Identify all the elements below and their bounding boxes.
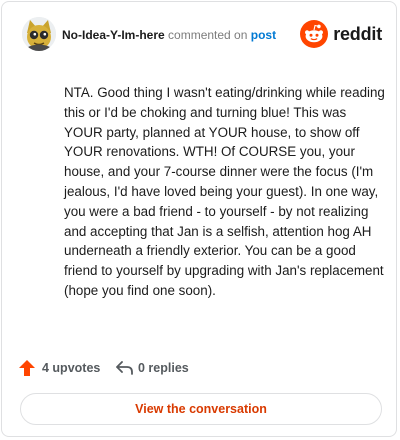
upvote-arrow-icon	[18, 360, 36, 376]
comment-text: NTA. Good thing I wasn't eating/drinking…	[64, 85, 385, 298]
post-link[interactable]: post	[251, 28, 276, 42]
reddit-alien-icon	[300, 20, 328, 48]
upvotes-count: 4 upvotes	[42, 361, 101, 375]
username-link[interactable]: No-Idea-Y-Im-here	[62, 28, 165, 42]
commented-on-text: commented on	[168, 28, 248, 42]
comment-meta: No-Idea-Y-Im-here commented on post	[62, 28, 276, 42]
comment-footer: 4 upvotes 0 replies	[16, 358, 376, 378]
view-conversation-button[interactable]: View the conversation	[20, 393, 382, 425]
replies-button[interactable]: 0 replies	[116, 358, 206, 378]
upvote-button[interactable]: 4 upvotes	[18, 358, 108, 378]
comment-card: No-Idea-Y-Im-here commented on post redd	[1, 1, 397, 437]
reddit-wordmark: reddit	[333, 24, 382, 44]
reply-arrow-icon	[116, 360, 134, 376]
user-avatar-icon[interactable]	[22, 17, 56, 51]
comment-header: No-Idea-Y-Im-here commented on post redd	[22, 17, 382, 53]
replies-count: 0 replies	[138, 361, 189, 375]
